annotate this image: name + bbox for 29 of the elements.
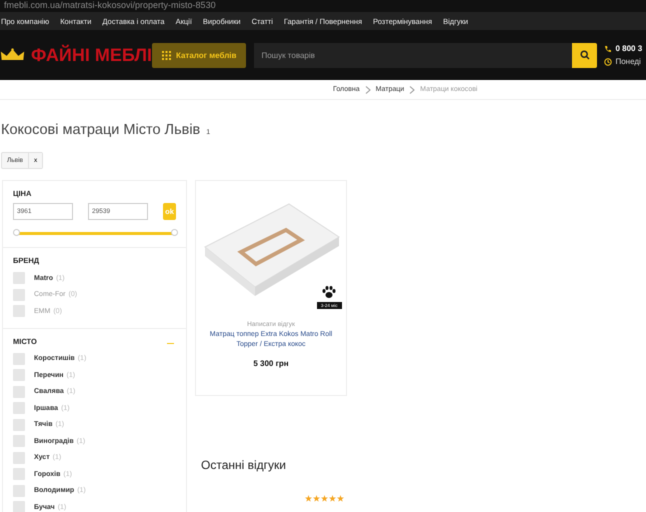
paw-icon bbox=[322, 286, 336, 299]
reviews-title: Останні відгуки bbox=[201, 458, 287, 472]
working-hours: Понеді bbox=[615, 57, 641, 66]
page-title: Кокосові матраци Місто Львів bbox=[1, 122, 200, 138]
phone-number[interactable]: 0 800 3 bbox=[615, 44, 642, 53]
checkbox[interactable] bbox=[13, 272, 25, 284]
search-button[interactable] bbox=[572, 42, 598, 68]
checkbox[interactable] bbox=[13, 402, 25, 414]
slider-handle[interactable] bbox=[171, 229, 178, 236]
grid-icon bbox=[162, 50, 171, 60]
catalog-button[interactable]: Каталог меблів bbox=[152, 42, 246, 68]
checkbox[interactable] bbox=[13, 435, 25, 448]
slider-handle[interactable] bbox=[13, 229, 20, 236]
chevron-icon bbox=[409, 86, 416, 94]
checkbox[interactable] bbox=[13, 418, 25, 431]
clock-icon bbox=[604, 58, 612, 66]
search-icon bbox=[580, 50, 590, 60]
checkbox[interactable] bbox=[13, 369, 25, 382]
checkbox[interactable] bbox=[13, 501, 25, 512]
checkbox[interactable] bbox=[13, 386, 25, 398]
checkbox[interactable] bbox=[13, 468, 25, 480]
chevron-icon bbox=[364, 86, 371, 94]
crown-icon bbox=[0, 47, 26, 63]
product-price: 5 300 грн bbox=[253, 359, 289, 368]
checkbox[interactable] bbox=[13, 484, 25, 497]
checkbox[interactable] bbox=[13, 352, 25, 365]
checkbox[interactable] bbox=[13, 452, 25, 464]
phone-icon bbox=[604, 44, 612, 52]
search-field[interactable]: Пошук товарів bbox=[254, 42, 572, 68]
